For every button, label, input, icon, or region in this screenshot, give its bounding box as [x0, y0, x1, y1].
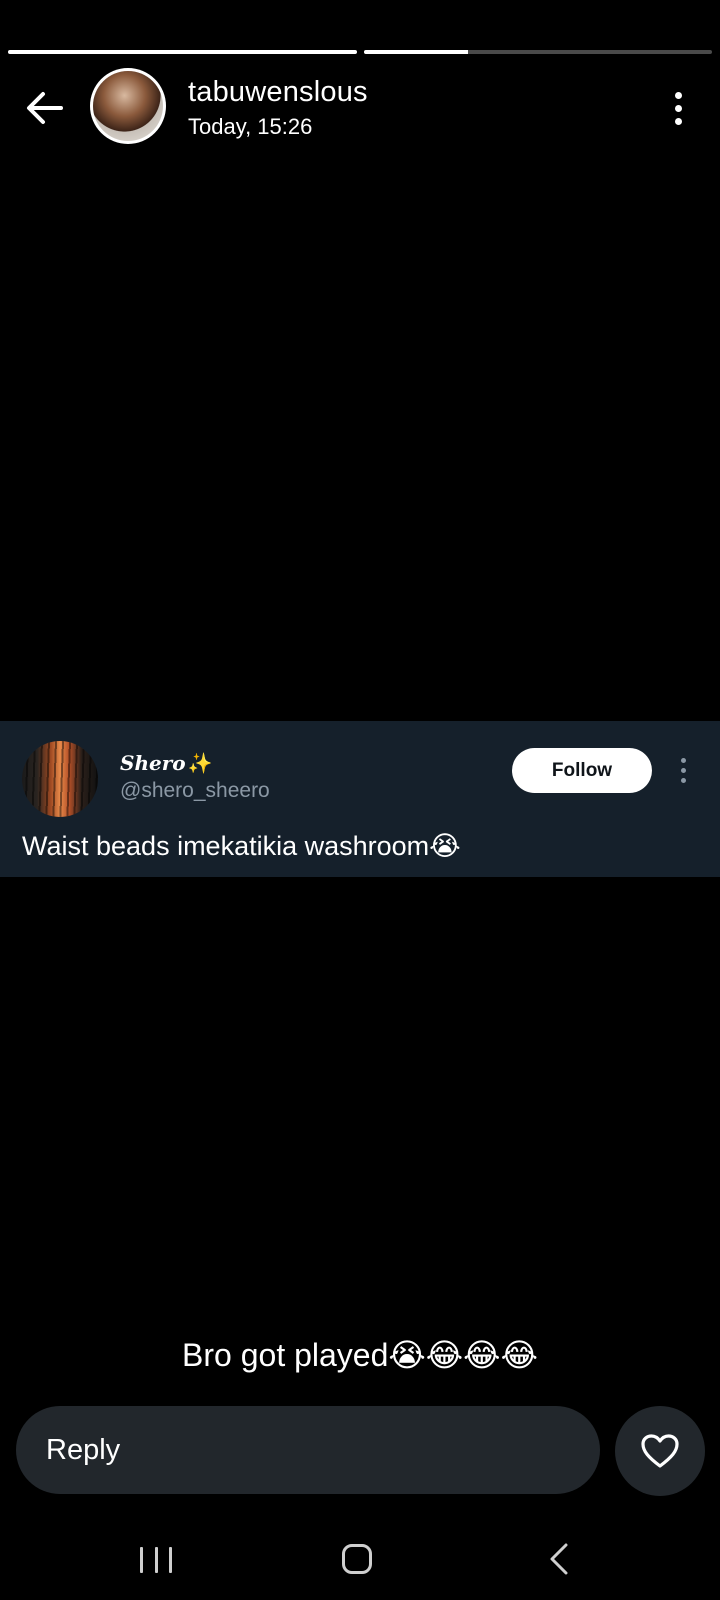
- heart-icon: [641, 1434, 679, 1468]
- recents-icon: [140, 1547, 143, 1573]
- back-chevron-icon: [550, 1543, 568, 1575]
- post-timestamp: Today, 15:26: [188, 114, 313, 139]
- story-screen: tabuwenslous Today, 15:26 Shero ✨ @shero_…: [0, 0, 720, 1600]
- avatar-texture: [22, 741, 98, 817]
- back-button[interactable]: [22, 86, 66, 130]
- nav-back-button[interactable]: [546, 1542, 572, 1576]
- avatar-image: [93, 71, 163, 141]
- more-dot: [674, 117, 682, 125]
- arrow-left-icon: [27, 92, 63, 124]
- recents-icon-bar: [169, 1547, 172, 1573]
- story-progress: [8, 50, 712, 54]
- tweet-more-button[interactable]: [676, 753, 690, 787]
- tweet-text: Waist beads imekatikia washroom😭: [22, 831, 461, 861]
- follow-button[interactable]: Follow: [512, 748, 652, 793]
- home-button[interactable]: [342, 1544, 372, 1574]
- more-dot: [674, 104, 682, 112]
- username[interactable]: tabuwenslous: [188, 76, 368, 109]
- progress-segment-2: [363, 50, 712, 54]
- recents-button[interactable]: [140, 1544, 172, 1576]
- more-options-button[interactable]: [666, 86, 690, 130]
- user-avatar[interactable]: [90, 68, 166, 144]
- tweet-author-avatar[interactable]: [22, 741, 98, 817]
- more-dot: [680, 767, 686, 773]
- more-vertical-icon: [674, 91, 682, 99]
- more-vertical-icon: [680, 757, 686, 763]
- progress-segment-1: [8, 50, 357, 54]
- tweet-author-handle: @shero_sheero: [120, 779, 270, 802]
- tweet-author-name-text: Shero: [120, 751, 186, 775]
- recents-icon-bar: [154, 1547, 158, 1573]
- sparkles-icon: ✨: [187, 751, 213, 775]
- story-header: tabuwenslous Today, 15:26: [0, 64, 720, 150]
- reply-input[interactable]: Reply: [16, 1406, 600, 1494]
- progress-fill-2: [363, 50, 469, 54]
- tweet-author-name: Shero ✨: [120, 751, 213, 775]
- system-nav-bar: [0, 1520, 720, 1600]
- embedded-tweet-card[interactable]: Shero ✨ @shero_sheero Follow Waist beads …: [0, 721, 720, 877]
- like-button[interactable]: [615, 1406, 705, 1496]
- progress-fill-1: [8, 50, 357, 54]
- more-dot: [680, 777, 686, 783]
- story-caption: Bro got played😭😂😂😂: [182, 1337, 538, 1373]
